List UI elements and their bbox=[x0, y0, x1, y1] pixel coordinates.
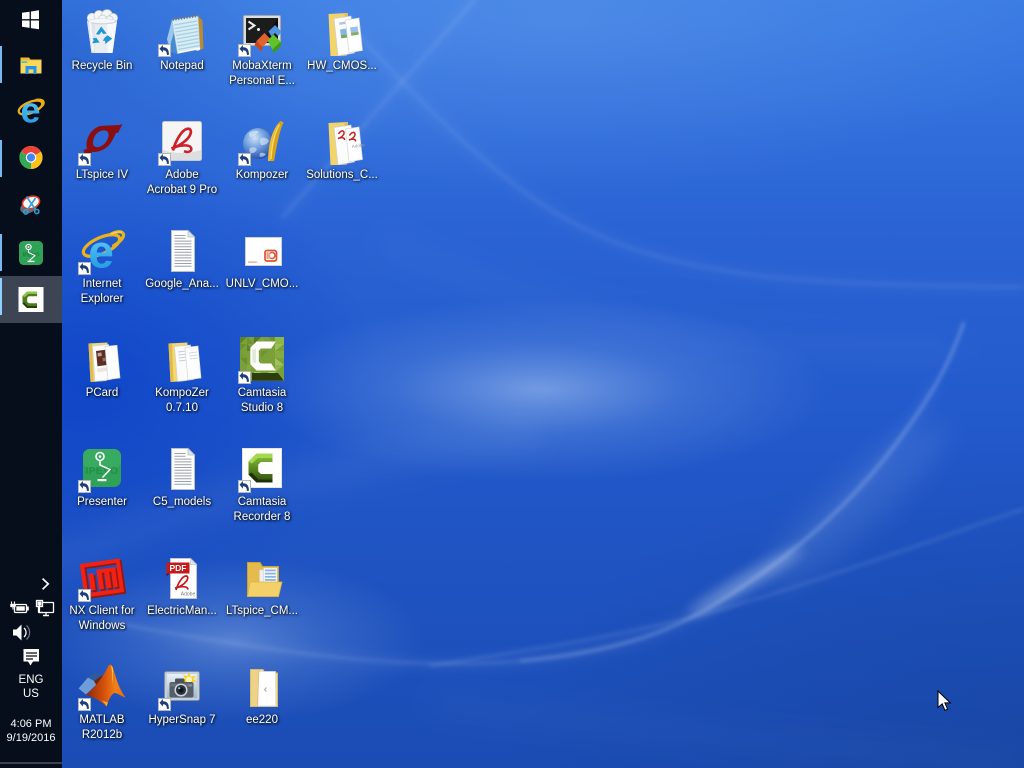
svg-text:Adobe: Adobe bbox=[351, 142, 365, 149]
svg-text:PDF: PDF bbox=[170, 563, 187, 573]
svg-text:e: e bbox=[20, 90, 40, 131]
svg-text:IPEVO: IPEVO bbox=[85, 466, 118, 477]
svg-text:Adobe: Adobe bbox=[181, 592, 196, 598]
